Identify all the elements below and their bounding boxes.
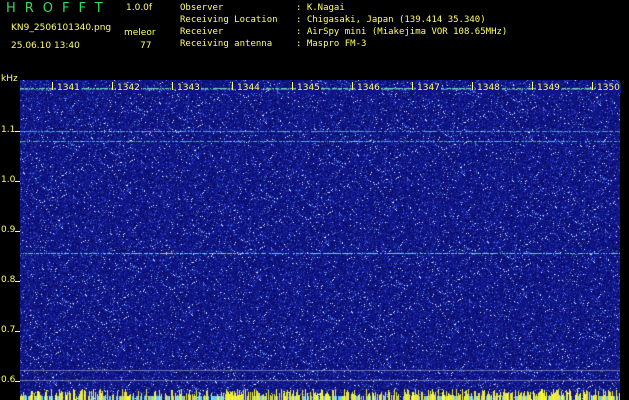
app-brand: HROFFT [6,1,112,16]
x-tick-label: 1341 [56,83,81,93]
x-tick-mark [232,82,233,90]
x-tick-mark [592,82,593,90]
antenna-value: : Maspro FM-3 [296,39,367,49]
x-tick-label: 1346 [356,83,381,93]
meteor-label: meleor [124,28,156,38]
x-tick-label: 1348 [476,83,501,93]
x-tick-mark [412,82,413,90]
x-tick-mark [52,82,53,90]
location-value: : Chigasaki, Japan (139.414 35.340) [296,15,486,25]
observer-key: Observer [180,3,224,13]
x-tick-mark [292,82,293,90]
x-tick-mark [352,82,353,90]
meteor-count: 77 [140,41,152,51]
x-tick-mark [112,82,113,90]
receiver-key: Receiver [180,27,224,37]
x-tick-label: 1344 [236,83,261,93]
x-tick-label: 1349 [536,83,561,93]
x-tick-label: 1342 [116,83,141,93]
x-tick-mark [172,82,173,90]
y-tick-mark [15,181,20,182]
y-tick-label: 1.1 [1,125,16,135]
location-key: Receiving Location [180,15,278,25]
x-tick-label: 1347 [416,83,441,93]
x-tick-mark [472,82,473,90]
filename-label: KN9_2506101340.png [11,23,112,33]
x-tick-label: 1345 [296,83,321,93]
antenna-key: Receiving antenna [180,39,273,49]
y-tick-label: 0.7 [1,325,16,335]
spectrogram-canvas [20,80,620,400]
datetime-label: 25.06.10 13:40 [11,41,80,51]
y-tick-mark [15,131,20,132]
y-tick-label: 0.9 [1,225,16,235]
y-tick-label: 0.8 [1,275,16,285]
axis-unit: kHz [1,74,18,84]
y-tick-mark [15,331,20,332]
version-label: 1.0.0f [126,3,153,13]
y-tick-mark [15,281,20,282]
receiver-value: : AirSpy mini (Miakejima VOR 108.65MHz) [296,27,508,37]
y-tick-label: 1.0 [1,175,16,185]
x-tick-mark [532,82,533,90]
x-tick-label: 1350 [596,83,621,93]
y-tick-mark [15,381,20,382]
observer-value: : K.Nagai [296,3,345,13]
spectrogram-plot[interactable] [20,80,620,400]
y-tick-mark [15,231,20,232]
x-tick-label: 1343 [176,83,201,93]
y-tick-label: 0.6 [1,375,16,385]
